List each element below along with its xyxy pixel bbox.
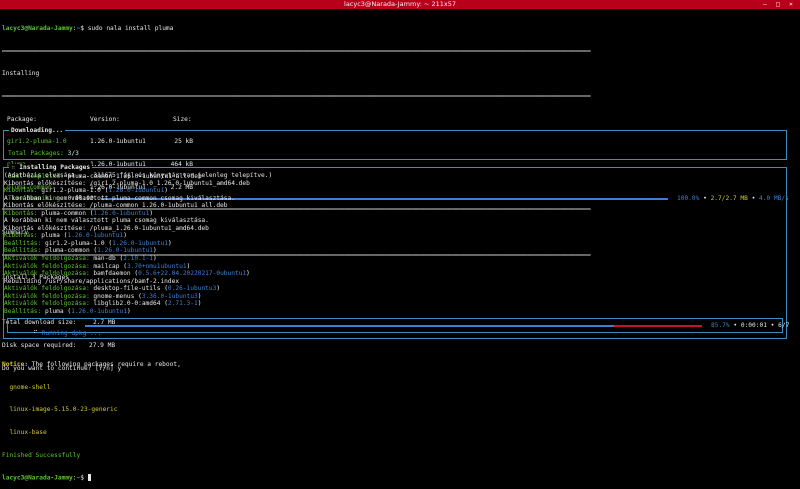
prompt-line: lacyc3@Narada-Jammy:~$ sudo nala install… <box>2 25 174 33</box>
install-panel: ⠶ Installing Packages (Adatbázis olvasás… <box>3 164 789 339</box>
install-log-line: (Adatbázis olvasása ... 311675 fájl és k… <box>4 172 273 179</box>
install-log: (Adatbázis olvasása ... 311675 fájl és k… <box>4 172 779 315</box>
install-log-line: Kibontás előkészítése: /gir1.2-pluma-1.0… <box>4 179 250 187</box>
reboot-package: gnome-shell <box>9 383 51 391</box>
section-installing: Installing <box>2 70 40 78</box>
install-log-line: Beállítás: pluma (1.26.0-1ubuntu1) <box>4 307 131 315</box>
prompt-user-host: lacyc3@Narada-Jammy <box>2 474 73 482</box>
dpkg-elapsed: 0:00:01 <box>740 322 767 329</box>
install-log-line: Kibontás előkészítése: /pluma-common_1.2… <box>4 202 228 210</box>
window-title: lacyc3@Narada-Jammy: ~ 211x57 <box>344 0 456 8</box>
spinner-icon: ⠋ <box>33 329 38 337</box>
install-panel-title: ⠶ Installing Packages <box>9 164 93 172</box>
final-prompt-line[interactable]: lacyc3@Narada-Jammy:~$ <box>2 474 181 482</box>
install-log-line: Aktiválók feldolgozása: desktop-file-uti… <box>4 285 221 293</box>
install-log-line: Beállítás: pluma-common (1.26.0-1ubuntu1… <box>4 247 157 255</box>
notice-line: Notice: The following packages require a… <box>2 361 181 369</box>
dpkg-progress-panel: ⠋ Running dpkg ... 85.7% • 0:00:01 • 6/7 <box>7 318 789 337</box>
download-panel-title: Downloading... <box>9 127 66 135</box>
install-log-line: Kibontás: gir1.2-pluma-1.0 (1.26.0-1ubun… <box>4 187 168 195</box>
header-package: Package: <box>7 115 37 123</box>
install-log-line: Kibontás: pluma (1.26.0-1ubuntu1) <box>4 232 127 240</box>
download-panel: Downloading... Total Packages: 3/3 Last … <box>3 127 789 202</box>
notice-text: The following packages require a reboot, <box>28 361 181 369</box>
reboot-package: linux-base <box>9 429 47 437</box>
header-version: Version: <box>90 115 120 123</box>
dpkg-stats: 85.7% • 0:00:01 • 6/7 <box>711 322 790 329</box>
minimize-icon[interactable]: – <box>760 0 770 9</box>
prompt-user-host: lacyc3@Narada-Jammy <box>2 25 73 33</box>
header-size: Size: <box>173 115 192 123</box>
dpkg-progress-bar <box>85 325 614 327</box>
separator: ════════════════════════════════════════… <box>2 93 591 101</box>
table-header-row: Package: Version: Size: <box>2 116 798 124</box>
total-packages-value: 3/3 <box>67 150 79 158</box>
install-log-line: Aktiválók feldolgozása: mailcap (3.70+nm… <box>4 262 191 270</box>
install-log-line: Aktiválók feldolgozása: libglib2.0-0:amd… <box>4 300 202 308</box>
install-log-line: Aktiválók feldolgozása: man-db (2.10.1-1… <box>4 255 157 263</box>
install-log-line: Aktiválók feldolgozása: bamfdaemon (0.5.… <box>4 270 250 278</box>
dpkg-percent: 85.7% <box>711 322 730 329</box>
install-log-line: A korábban ki nem választott pluma csoma… <box>4 217 209 225</box>
text-cursor <box>87 474 92 481</box>
notice-label: Notice: <box>2 361 29 369</box>
close-icon[interactable]: × <box>786 0 796 9</box>
total-packages-label: Total Packages: <box>8 150 64 158</box>
separator: ════════════════════════════════════════… <box>2 47 591 55</box>
dpkg-count: 6/7 <box>778 322 790 329</box>
maximize-icon[interactable]: □ <box>773 0 783 9</box>
reboot-package: linux-image-5.15.0-23-generic <box>9 406 118 414</box>
finished-message: Finished Successfully <box>2 451 81 459</box>
command-text: sudo nala install pluma <box>87 25 174 33</box>
window-titlebar: lacyc3@Narada-Jammy: ~ 211x57 <box>0 0 800 9</box>
dpkg-running-text: Running dpkg ... <box>41 329 102 337</box>
